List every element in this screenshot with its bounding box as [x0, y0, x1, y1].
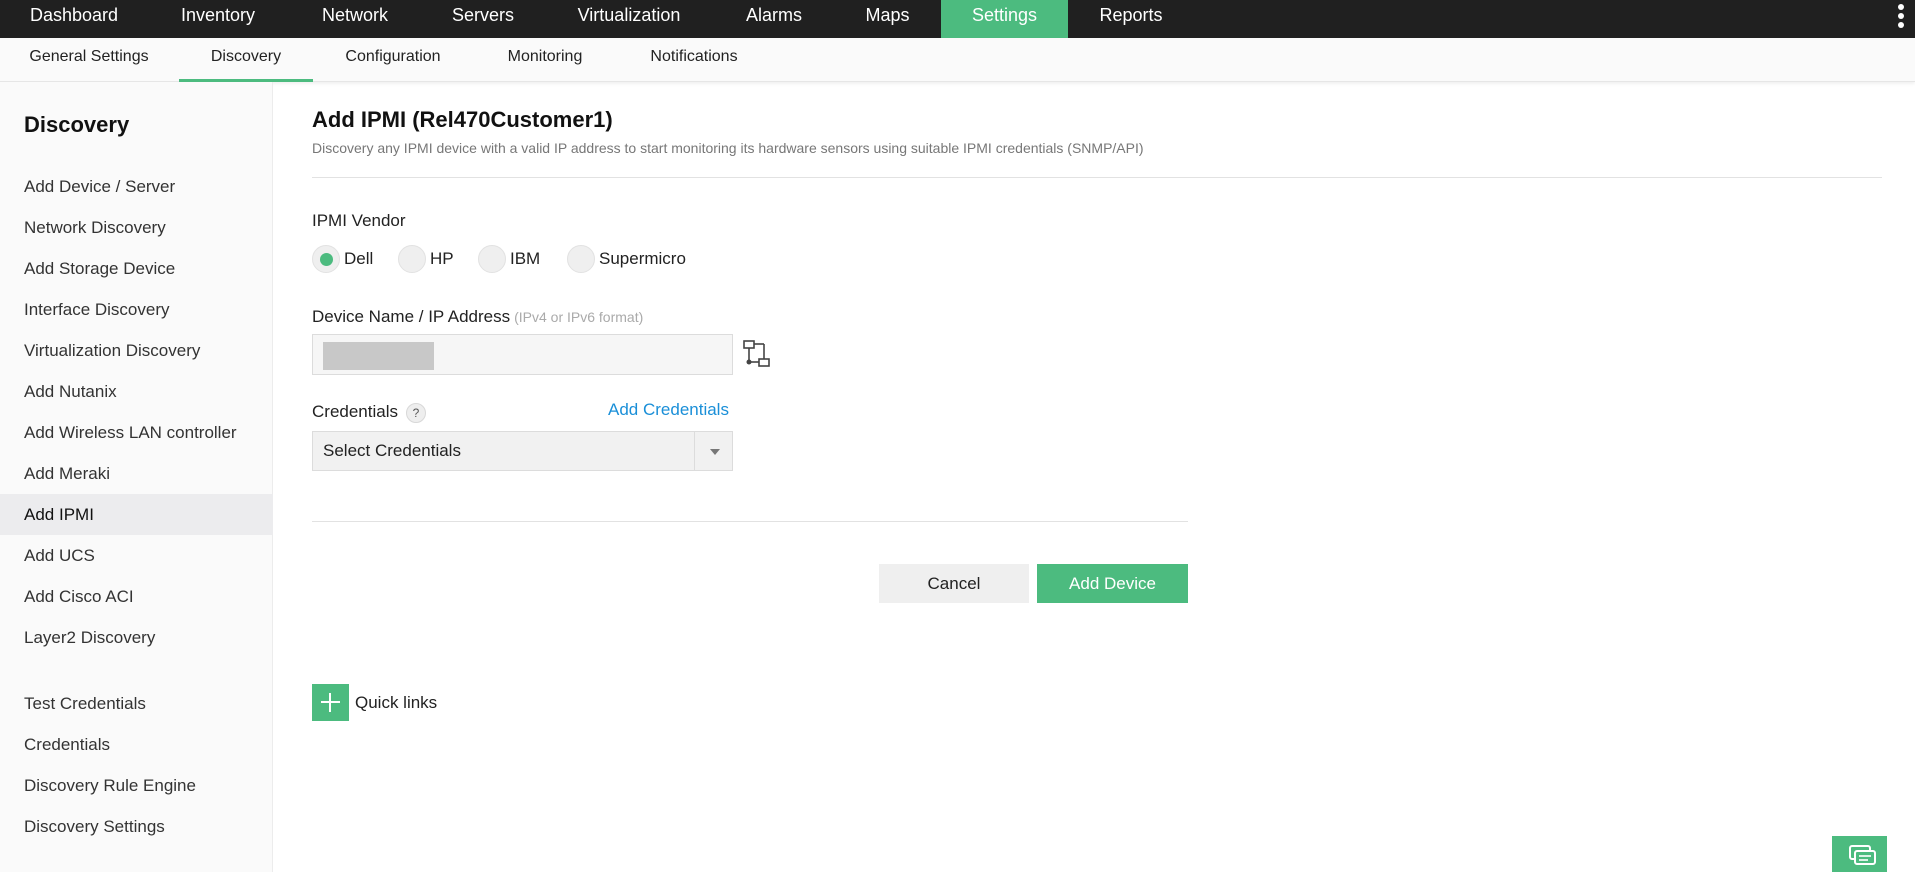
redacted-value: [323, 342, 434, 370]
sidebar-item-test-credentials[interactable]: Test Credentials: [0, 683, 273, 724]
credentials-select-value: Select Credentials: [323, 441, 461, 460]
radio-label-ibm: IBM: [510, 249, 541, 268]
credentials-label: Credentials?: [312, 402, 426, 423]
nav-settings[interactable]: Settings: [941, 0, 1068, 38]
credentials-select[interactable]: Select Credentials: [312, 431, 733, 471]
cancel-button[interactable]: Cancel: [879, 564, 1029, 603]
network-topology-icon[interactable]: [742, 338, 772, 370]
radio-circle-supermicro[interactable]: [567, 245, 595, 273]
sidebar: Discovery Add Device / Server Network Di…: [0, 82, 273, 872]
radio-circle-dell[interactable]: [312, 245, 340, 273]
nav-dashboard[interactable]: Dashboard: [0, 0, 148, 38]
device-ip-input[interactable]: [312, 334, 733, 375]
chevron-down-icon[interactable]: [694, 432, 732, 470]
radio-hp[interactable]: HP: [398, 244, 454, 274]
sidebar-item-add-ucs[interactable]: Add UCS: [0, 535, 273, 576]
page-description: Discovery any IPMI device with a valid I…: [312, 140, 1144, 156]
sidebar-item-add-cisco-aci[interactable]: Add Cisco ACI: [0, 576, 273, 617]
device-name-label-text: Device Name / IP Address: [312, 307, 511, 326]
nav-servers[interactable]: Servers: [422, 0, 544, 38]
tab-monitoring[interactable]: Monitoring: [490, 38, 600, 82]
tab-configuration[interactable]: Configuration: [330, 38, 456, 82]
sidebar-item-add-storage-device[interactable]: Add Storage Device: [0, 248, 273, 289]
radio-circle-ibm[interactable]: [478, 245, 506, 273]
add-credentials-link[interactable]: Add Credentials: [608, 400, 729, 420]
sidebar-item-discovery-settings[interactable]: Discovery Settings: [0, 806, 273, 847]
radio-dell[interactable]: Dell: [312, 244, 373, 274]
sidebar-item-layer2-discovery[interactable]: Layer2 Discovery: [0, 617, 273, 658]
sidebar-item-discovery-rule-engine[interactable]: Discovery Rule Engine: [0, 765, 273, 806]
sidebar-item-add-wireless-lan-controller[interactable]: Add Wireless LAN controller: [0, 412, 273, 453]
nav-network[interactable]: Network: [288, 0, 422, 38]
add-device-button[interactable]: Add Device: [1037, 564, 1188, 603]
sidebar-title: Discovery: [24, 112, 130, 137]
sidebar-item-interface-discovery[interactable]: Interface Discovery: [0, 289, 273, 330]
form-divider: [312, 521, 1188, 522]
credentials-label-text: Credentials: [312, 402, 398, 421]
radio-label-hp: HP: [430, 249, 454, 268]
nav-virtualization[interactable]: Virtualization: [544, 0, 714, 38]
radio-label-dell: Dell: [344, 249, 374, 268]
radio-supermicro[interactable]: Supermicro: [567, 244, 686, 274]
device-name-label: Device Name / IP Address (IPv4 or IPv6 fo…: [312, 307, 643, 327]
tab-discovery[interactable]: Discovery: [179, 38, 313, 82]
sidebar-item-credentials[interactable]: Credentials: [0, 724, 273, 765]
divider: [312, 177, 1882, 178]
tab-notifications[interactable]: Notifications: [634, 38, 754, 82]
sidebar-item-add-meraki[interactable]: Add Meraki: [0, 453, 273, 494]
chat-icon: [1849, 845, 1876, 865]
nav-reports[interactable]: Reports: [1068, 0, 1194, 38]
tab-general-settings[interactable]: General Settings: [16, 38, 162, 82]
top-nav: Dashboard Inventory Network Servers Virt…: [0, 0, 1915, 38]
sidebar-item-virtualization-discovery[interactable]: Virtualization Discovery: [0, 330, 273, 371]
sidebar-item-add-nutanix[interactable]: Add Nutanix: [0, 371, 273, 412]
radio-label-supermicro: Supermicro: [599, 249, 686, 268]
ipmi-vendor-label: IPMI Vendor: [312, 211, 406, 230]
quick-links-label[interactable]: Quick links: [355, 693, 437, 713]
sidebar-item-add-device-server[interactable]: Add Device / Server: [0, 166, 273, 207]
quick-links[interactable]: Quick links: [312, 684, 437, 721]
radio-ibm[interactable]: IBM: [478, 244, 540, 274]
nav-maps[interactable]: Maps: [834, 0, 941, 38]
nav-inventory[interactable]: Inventory: [148, 0, 288, 38]
nav-alarms[interactable]: Alarms: [714, 0, 834, 38]
sub-nav: General Settings Discovery Configuration…: [0, 38, 1915, 82]
more-menu-icon[interactable]: [1897, 3, 1905, 31]
plus-icon[interactable]: [312, 684, 349, 721]
device-name-hint: (IPv4 or IPv6 format): [514, 309, 644, 325]
radio-circle-hp[interactable]: [398, 245, 426, 273]
chat-button[interactable]: [1832, 836, 1887, 872]
help-icon[interactable]: ?: [406, 402, 426, 423]
page-title: Add IPMI (Rel470Customer1): [312, 107, 613, 132]
sidebar-item-add-ipmi[interactable]: Add IPMI: [0, 494, 273, 535]
sidebar-item-network-discovery[interactable]: Network Discovery: [0, 207, 273, 248]
